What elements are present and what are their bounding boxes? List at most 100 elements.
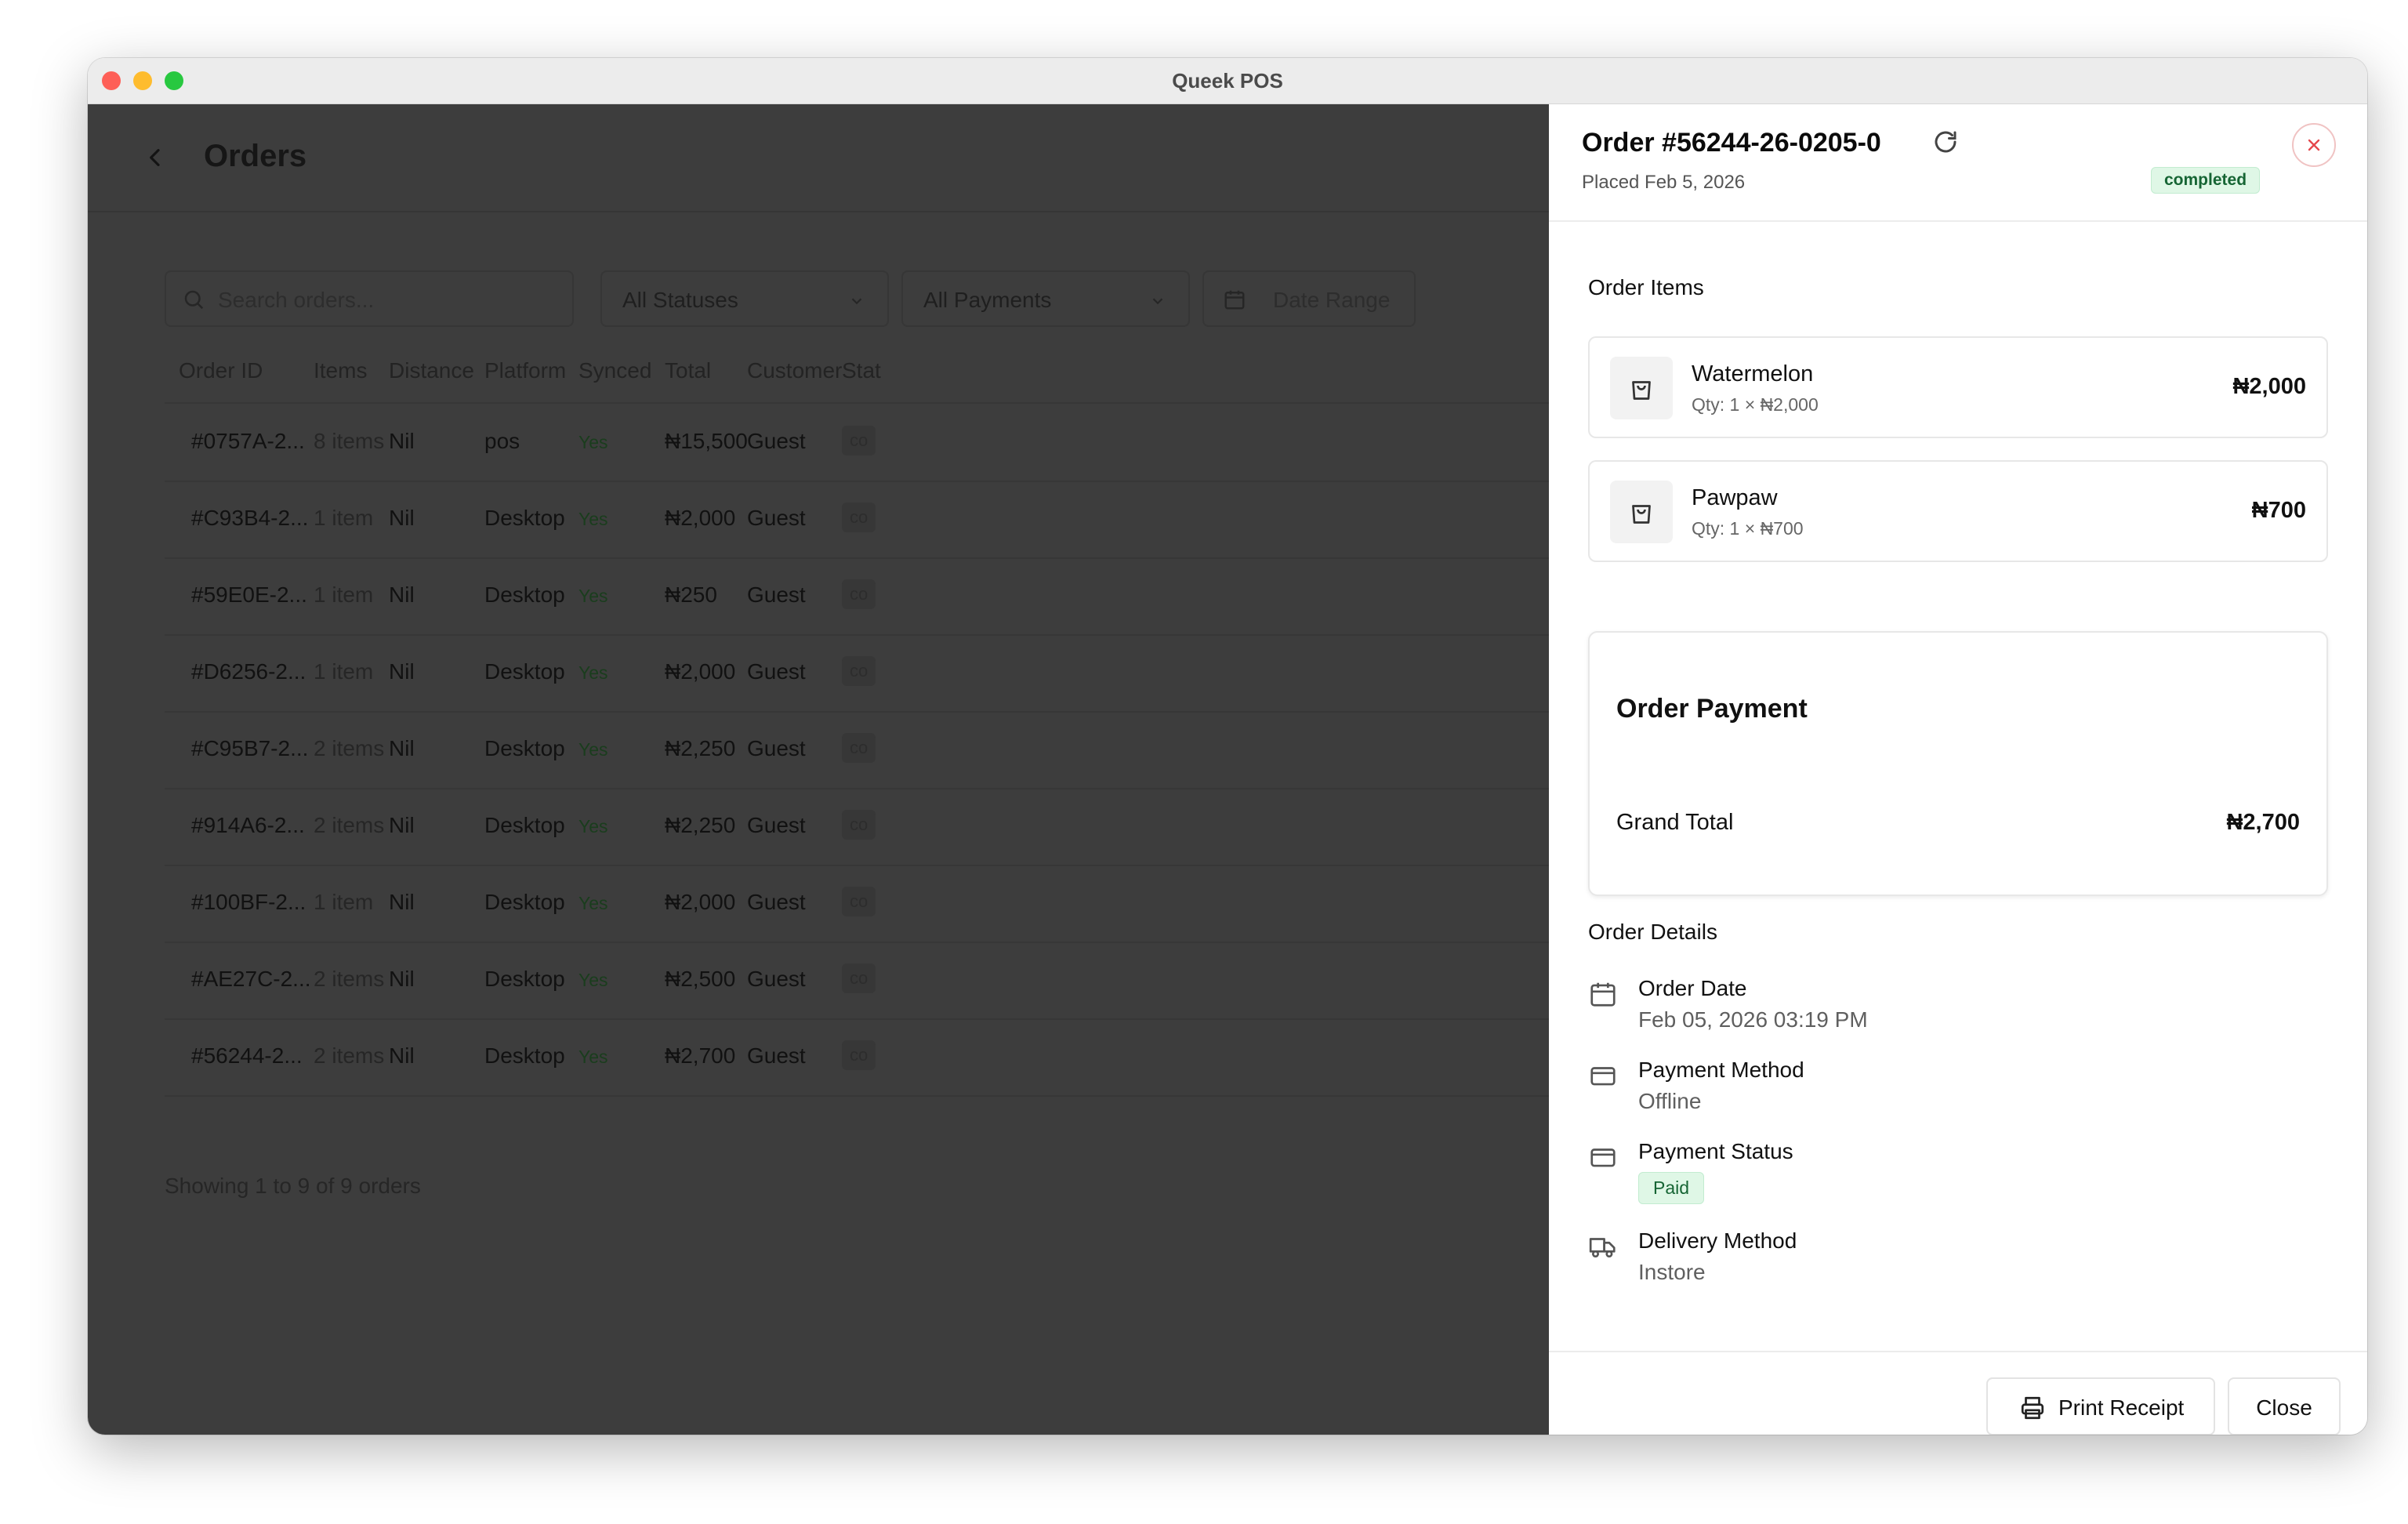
table-row[interactable]: #AE27C-2... 2 items Nil Desktop Yes ₦2,5…	[165, 942, 1549, 1020]
column-header[interactable]: Platform	[484, 358, 566, 383]
order-synced: Yes	[578, 893, 608, 913]
date-range-picker[interactable]: Date Range	[1202, 270, 1416, 327]
credit-card-icon	[1590, 1148, 1616, 1167]
detail-label: Payment Status	[1638, 1139, 1793, 1163]
order-distance: Nil	[389, 890, 415, 914]
table-row[interactable]: #C93B4-2... 1 item Nil Desktop Yes ₦2,00…	[165, 481, 1549, 559]
window-title: Queek POS	[1172, 69, 1283, 93]
detail-label: Order Date	[1638, 976, 1747, 1000]
order-status-badge: co	[842, 579, 876, 609]
status-filter-value: All Statuses	[622, 288, 738, 312]
order-items: 2 items	[314, 813, 385, 837]
print-receipt-button[interactable]: Print Receipt	[1986, 1377, 2215, 1435]
search-icon	[184, 290, 204, 310]
order-status-badge: co	[842, 733, 876, 763]
table-row[interactable]: #C95B7-2... 2 items Nil Desktop Yes ₦2,2…	[165, 711, 1549, 789]
table-row[interactable]: #59E0E-2... 1 item Nil Desktop Yes ₦250 …	[165, 557, 1549, 636]
detail-value: Offline	[1638, 1089, 1702, 1113]
detail-value: Feb 05, 2026 03:19 PM	[1638, 1007, 1868, 1032]
order-total: ₦15,500	[665, 429, 748, 453]
chevron-down-icon	[851, 298, 862, 305]
table-row[interactable]: #56244-2... 2 items Nil Desktop Yes ₦2,7…	[165, 1018, 1549, 1097]
payment-filter-value: All Payments	[923, 288, 1052, 312]
grand-total-label: Grand Total	[1616, 810, 1734, 835]
column-header[interactable]: Synced	[578, 358, 651, 383]
calendar-icon	[1590, 982, 1616, 1007]
status-filter-select[interactable]: All Statuses	[600, 270, 889, 327]
paid-badge: Paid	[1638, 1172, 1705, 1204]
item-name: Pawpaw	[1692, 485, 1778, 510]
order-status-badge: co	[842, 887, 876, 916]
order-total: ₦2,000	[665, 659, 736, 684]
table-header: Order ID Items Distance Platform Synced …	[165, 339, 1549, 404]
orders-table: Order ID Items Distance Platform Synced …	[165, 339, 1549, 1123]
refresh-icon[interactable]	[1931, 128, 1960, 156]
item-thumbnail	[1610, 357, 1673, 419]
order-items: 2 items	[314, 1043, 385, 1068]
back-arrow-icon[interactable]	[143, 145, 168, 170]
order-total: ₦250	[665, 582, 717, 607]
table-row[interactable]: #100BF-2... 1 item Nil Desktop Yes ₦2,00…	[165, 865, 1549, 943]
order-synced: Yes	[578, 509, 608, 529]
order-distance: Nil	[389, 429, 415, 453]
order-platform: Desktop	[484, 813, 565, 837]
detail-label: Delivery Method	[1638, 1228, 1797, 1253]
order-id: #AE27C-2...	[191, 967, 311, 991]
search-input[interactable]: Search orders...	[165, 270, 574, 327]
order-total: ₦2,000	[665, 506, 736, 530]
table-row[interactable]: #D6256-2... 1 item Nil Desktop Yes ₦2,00…	[165, 634, 1549, 713]
shopping-bag-icon	[1632, 381, 1651, 400]
order-id: #C93B4-2...	[191, 506, 309, 530]
order-customer: Guest	[747, 967, 806, 991]
order-customer: Guest	[747, 582, 806, 607]
calendar-icon	[1224, 290, 1245, 310]
column-header[interactable]: Stat	[842, 358, 881, 383]
item-thumbnail	[1610, 481, 1673, 543]
order-item-card: Watermelon Qty: 1 × ₦2,000 ₦2,000	[1588, 336, 2328, 438]
order-distance: Nil	[389, 659, 415, 684]
order-customer: Guest	[747, 890, 806, 914]
order-payment-card: Order Payment Grand Total ₦2,700	[1588, 631, 2328, 896]
order-status-badge: co	[842, 963, 876, 993]
order-status-badge: co	[842, 656, 876, 686]
close-panel-button[interactable]	[2292, 123, 2336, 167]
close-button-label: Close	[2256, 1395, 2312, 1420]
payment-title: Order Payment	[1616, 694, 1808, 724]
order-synced: Yes	[578, 432, 608, 452]
order-synced: Yes	[578, 970, 608, 990]
order-status-badge: co	[842, 810, 876, 840]
credit-card-icon	[1590, 1067, 1616, 1086]
column-header[interactable]: Order ID	[179, 358, 263, 383]
order-items-title: Order Items	[1588, 275, 1704, 299]
order-distance: Nil	[389, 506, 415, 530]
order-platform: Desktop	[484, 736, 565, 760]
order-total: ₦2,700	[665, 1043, 736, 1068]
table-row[interactable]: #914A6-2... 2 items Nil Desktop Yes ₦2,2…	[165, 788, 1549, 866]
order-status-badge: co	[842, 503, 876, 532]
order-platform: Desktop	[484, 890, 565, 914]
app-window: Queek POS Orders Search orders... All St…	[88, 58, 2367, 1435]
column-header[interactable]: Total	[665, 358, 711, 383]
order-items: 1 item	[314, 506, 374, 530]
order-synced: Yes	[578, 1047, 608, 1067]
order-platform: Desktop	[484, 582, 565, 607]
order-id: #56244-2...	[191, 1043, 303, 1068]
title-bar: Queek POS	[88, 58, 2367, 104]
order-platform: Desktop	[484, 506, 565, 530]
order-id: #59E0E-2...	[191, 582, 307, 607]
order-distance: Nil	[389, 813, 415, 837]
status-badge: completed	[2151, 167, 2261, 194]
column-header[interactable]: Distance	[389, 358, 474, 383]
column-header[interactable]: Items	[314, 358, 367, 383]
order-customer: Guest	[747, 429, 806, 453]
column-header[interactable]: Customer	[747, 358, 842, 383]
order-distance: Nil	[389, 582, 415, 607]
close-button[interactable]: Close	[2228, 1377, 2341, 1435]
order-platform: Desktop	[484, 1043, 565, 1068]
order-customer: Guest	[747, 506, 806, 530]
order-items: 1 item	[314, 890, 374, 914]
order-id: #100BF-2...	[191, 890, 306, 914]
table-row[interactable]: #0757A-2... 8 items Nil pos Yes ₦15,500 …	[165, 404, 1549, 482]
payment-filter-select[interactable]: All Payments	[901, 270, 1190, 327]
item-qty: Qty: 1 × ₦2,000	[1692, 394, 1819, 415]
